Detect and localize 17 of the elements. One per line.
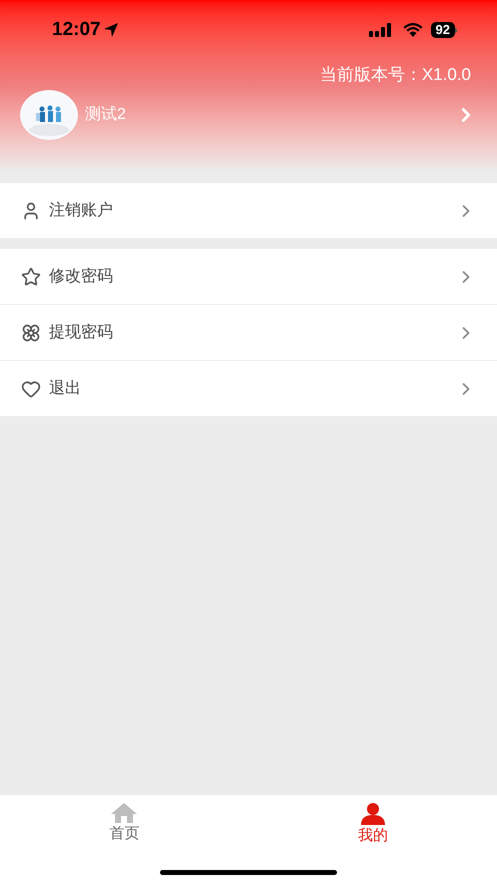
person-icon <box>360 803 386 825</box>
battery-indicator: 92 <box>430 22 455 38</box>
status-time: 12:07 <box>52 18 101 42</box>
menu-item[interactable]: 注销账户 <box>0 183 497 238</box>
flower-icon <box>21 322 41 342</box>
heart-icon <box>21 378 41 398</box>
location-arrow-icon <box>102 22 119 38</box>
menu-item[interactable]: 退出 <box>0 361 497 416</box>
home-icon <box>111 803 138 823</box>
tab-bar-item[interactable]: 首页 <box>0 803 248 845</box>
menu-item[interactable]: 提现密码 <box>0 305 497 360</box>
version-label: 当前版本号：X1.0.0 <box>320 64 471 86</box>
menu-item[interactable]: 修改密码 <box>0 249 497 304</box>
tab-bar-item[interactable]: 我的 <box>248 803 497 845</box>
user-name: 测试2 <box>85 104 127 124</box>
star-icon <box>21 266 41 286</box>
wifi-icon <box>402 23 423 37</box>
